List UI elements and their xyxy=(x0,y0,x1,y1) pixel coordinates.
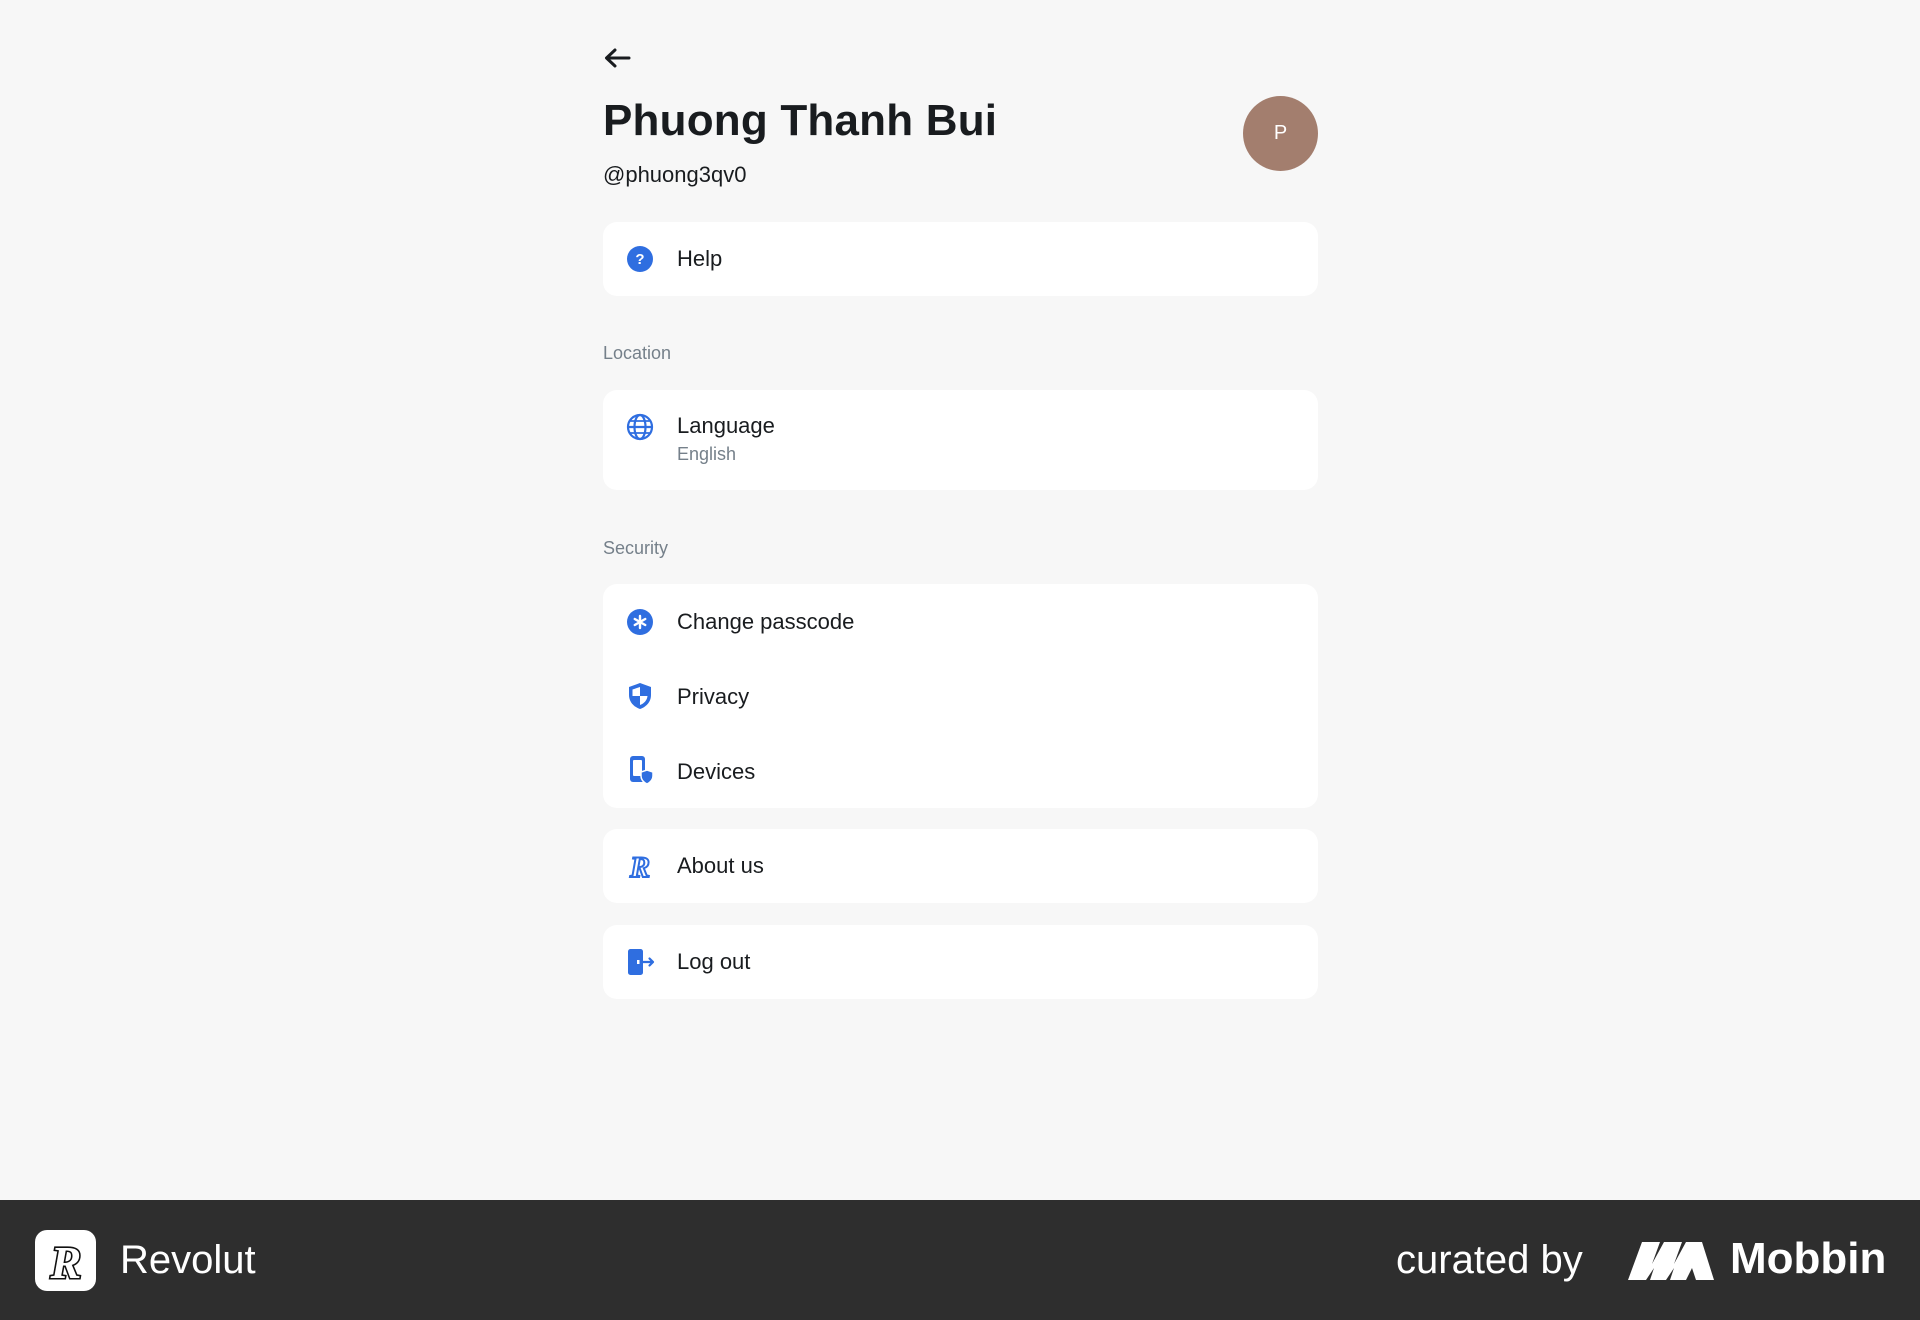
change-passcode-row[interactable]: Change passcode xyxy=(603,584,1318,659)
svg-text:R: R xyxy=(629,852,650,880)
shield-icon xyxy=(625,681,655,711)
logout-card: Log out xyxy=(603,925,1318,999)
footer-banner: R Revolut curated by Mobbin xyxy=(0,1200,1920,1320)
curator-name: Mobbin xyxy=(1730,1234,1887,1283)
change-passcode-label: Change passcode xyxy=(677,609,855,634)
avatar-initial: P xyxy=(1273,122,1288,144)
help-icon: ? xyxy=(625,244,655,274)
svg-text:R: R xyxy=(49,1238,81,1284)
profile-name: Phuong Thanh Bui xyxy=(603,96,998,145)
globe-icon xyxy=(625,412,655,442)
help-card: ? Help xyxy=(603,222,1318,296)
log-out-label: Log out xyxy=(677,949,751,974)
devices-label: Devices xyxy=(677,759,756,784)
help-row[interactable]: ? Help xyxy=(603,222,1318,296)
mobbin-logo-icon xyxy=(1628,1242,1714,1280)
help-label: Help xyxy=(677,246,723,271)
device-shield-icon xyxy=(625,755,655,785)
security-card: Change passcode Privacy Devices xyxy=(603,584,1318,808)
language-row[interactable]: Language English xyxy=(603,390,1318,490)
about-us-row[interactable]: R About us xyxy=(603,829,1318,903)
log-out-row[interactable]: Log out xyxy=(603,925,1318,999)
devices-row[interactable]: Devices xyxy=(603,734,1318,809)
revolut-r-icon: R xyxy=(625,851,655,881)
location-section-title: Location xyxy=(603,343,672,363)
language-label: Language xyxy=(677,413,775,438)
logout-door-icon xyxy=(625,947,655,977)
arrow-left-icon xyxy=(605,48,631,68)
privacy-row[interactable]: Privacy xyxy=(603,659,1318,734)
settings-page: Phuong Thanh Bui @phuong3qv0 P ? Help Lo… xyxy=(0,0,1920,1320)
curated-by-text: curated by xyxy=(1396,1238,1583,1282)
security-section-title: Security xyxy=(603,538,669,558)
asterisk-icon xyxy=(625,607,655,637)
revolut-logo-icon: R xyxy=(35,1230,96,1291)
svg-text:?: ? xyxy=(635,251,644,268)
location-card: Language English xyxy=(603,390,1318,490)
back-button[interactable] xyxy=(603,44,637,72)
privacy-label: Privacy xyxy=(677,684,750,709)
avatar[interactable]: P xyxy=(1243,96,1318,171)
language-value: English xyxy=(677,444,737,464)
profile-handle: @phuong3qv0 xyxy=(603,162,747,187)
brand-name: Revolut xyxy=(120,1238,256,1282)
about-us-label: About us xyxy=(677,853,764,878)
about-card: R About us xyxy=(603,829,1318,903)
